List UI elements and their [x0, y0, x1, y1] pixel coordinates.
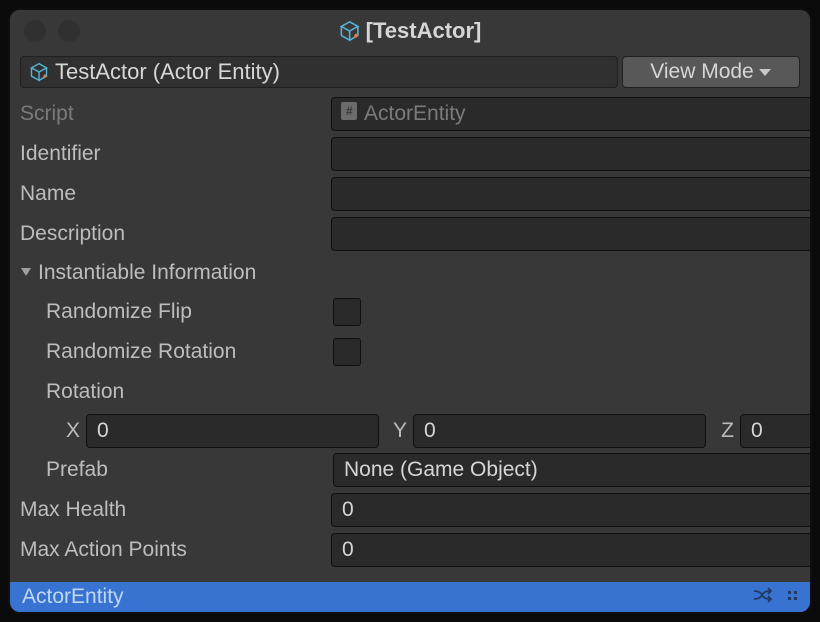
- inspector-body: Script # ActorEntity Identifier: [10, 92, 810, 582]
- svg-text:#: #: [346, 104, 353, 118]
- prefab-field[interactable]: None (Game Object): [333, 453, 810, 487]
- rotation-label: Rotation: [46, 380, 351, 404]
- randomize-rotation-checkbox[interactable]: [333, 338, 361, 366]
- view-mode-dropdown[interactable]: View Mode: [622, 56, 800, 88]
- identifier-input[interactable]: [331, 137, 810, 171]
- shuffle-icon[interactable]: [752, 586, 774, 609]
- max-ap-label: Max Action Points: [20, 538, 325, 562]
- randomize-rotation-label: Randomize Rotation: [46, 340, 327, 364]
- randomize-flip-row: Randomize Flip: [20, 294, 810, 330]
- name-row: Name: [20, 176, 810, 212]
- script-icon: #: [340, 101, 358, 127]
- instantiable-foldout[interactable]: Instantiable Information: [20, 256, 810, 290]
- foldout-arrow-icon: [20, 265, 32, 281]
- prefab-label: Prefab: [46, 458, 327, 482]
- inspector-window: [TestActor] TestActor (Actor Entity) Vie…: [8, 8, 812, 614]
- window-close-dot[interactable]: [24, 20, 46, 42]
- footer-bar: ActorEntity: [10, 582, 810, 612]
- rotation-x-label: X: [46, 419, 80, 443]
- max-health-input[interactable]: [331, 493, 810, 527]
- rotation-x-input[interactable]: [86, 414, 379, 448]
- window-controls: [24, 20, 80, 42]
- randomize-flip-checkbox[interactable]: [333, 298, 361, 326]
- script-field[interactable]: # ActorEntity: [331, 97, 810, 131]
- window-minimize-dot[interactable]: [58, 20, 80, 42]
- randomize-flip-label: Randomize Flip: [46, 300, 327, 324]
- rotation-label-row: Rotation: [20, 374, 810, 410]
- script-value: ActorEntity: [364, 102, 466, 126]
- script-row: Script # ActorEntity: [20, 96, 810, 132]
- object-label: TestActor (Actor Entity): [55, 59, 280, 85]
- rotation-z-input[interactable]: [740, 414, 810, 448]
- name-label: Name: [20, 182, 325, 206]
- title-bar: [TestActor]: [10, 10, 810, 52]
- view-mode-label: View Mode: [650, 60, 754, 84]
- rotation-y-label: Y: [387, 419, 407, 443]
- window-title: [TestActor]: [339, 18, 482, 44]
- footer-text: ActorEntity: [22, 585, 752, 609]
- description-row: Description: [20, 216, 810, 252]
- randomize-rotation-row: Randomize Rotation: [20, 334, 810, 370]
- instantiable-header: Instantiable Information: [38, 261, 256, 285]
- rotation-y-input[interactable]: [413, 414, 706, 448]
- description-input[interactable]: [331, 217, 810, 251]
- prefab-row: Prefab None (Game Object): [20, 452, 810, 488]
- cube-icon: [339, 20, 361, 42]
- max-ap-row: Max Action Points: [20, 532, 810, 568]
- rotation-vector-row: X Y Z: [20, 414, 810, 448]
- window-title-text: [TestActor]: [366, 18, 482, 44]
- grip-icon[interactable]: [784, 587, 800, 608]
- inspector-toolbar: TestActor (Actor Entity) View Mode: [10, 52, 810, 92]
- properties-panel: Script # ActorEntity Identifier: [10, 92, 810, 582]
- cube-icon: [29, 62, 49, 82]
- rotation-z-label: Z: [714, 419, 734, 443]
- name-input[interactable]: [331, 177, 810, 211]
- script-label: Script: [20, 102, 325, 126]
- max-health-row: Max Health: [20, 492, 810, 528]
- dropdown-arrow-icon: [758, 60, 772, 84]
- identifier-row: Identifier: [20, 136, 810, 172]
- max-health-label: Max Health: [20, 498, 325, 522]
- description-label: Description: [20, 222, 325, 246]
- max-ap-input[interactable]: [331, 533, 810, 567]
- target-object-field[interactable]: TestActor (Actor Entity): [20, 56, 618, 88]
- identifier-label: Identifier: [20, 142, 325, 166]
- prefab-value: None (Game Object): [344, 458, 538, 482]
